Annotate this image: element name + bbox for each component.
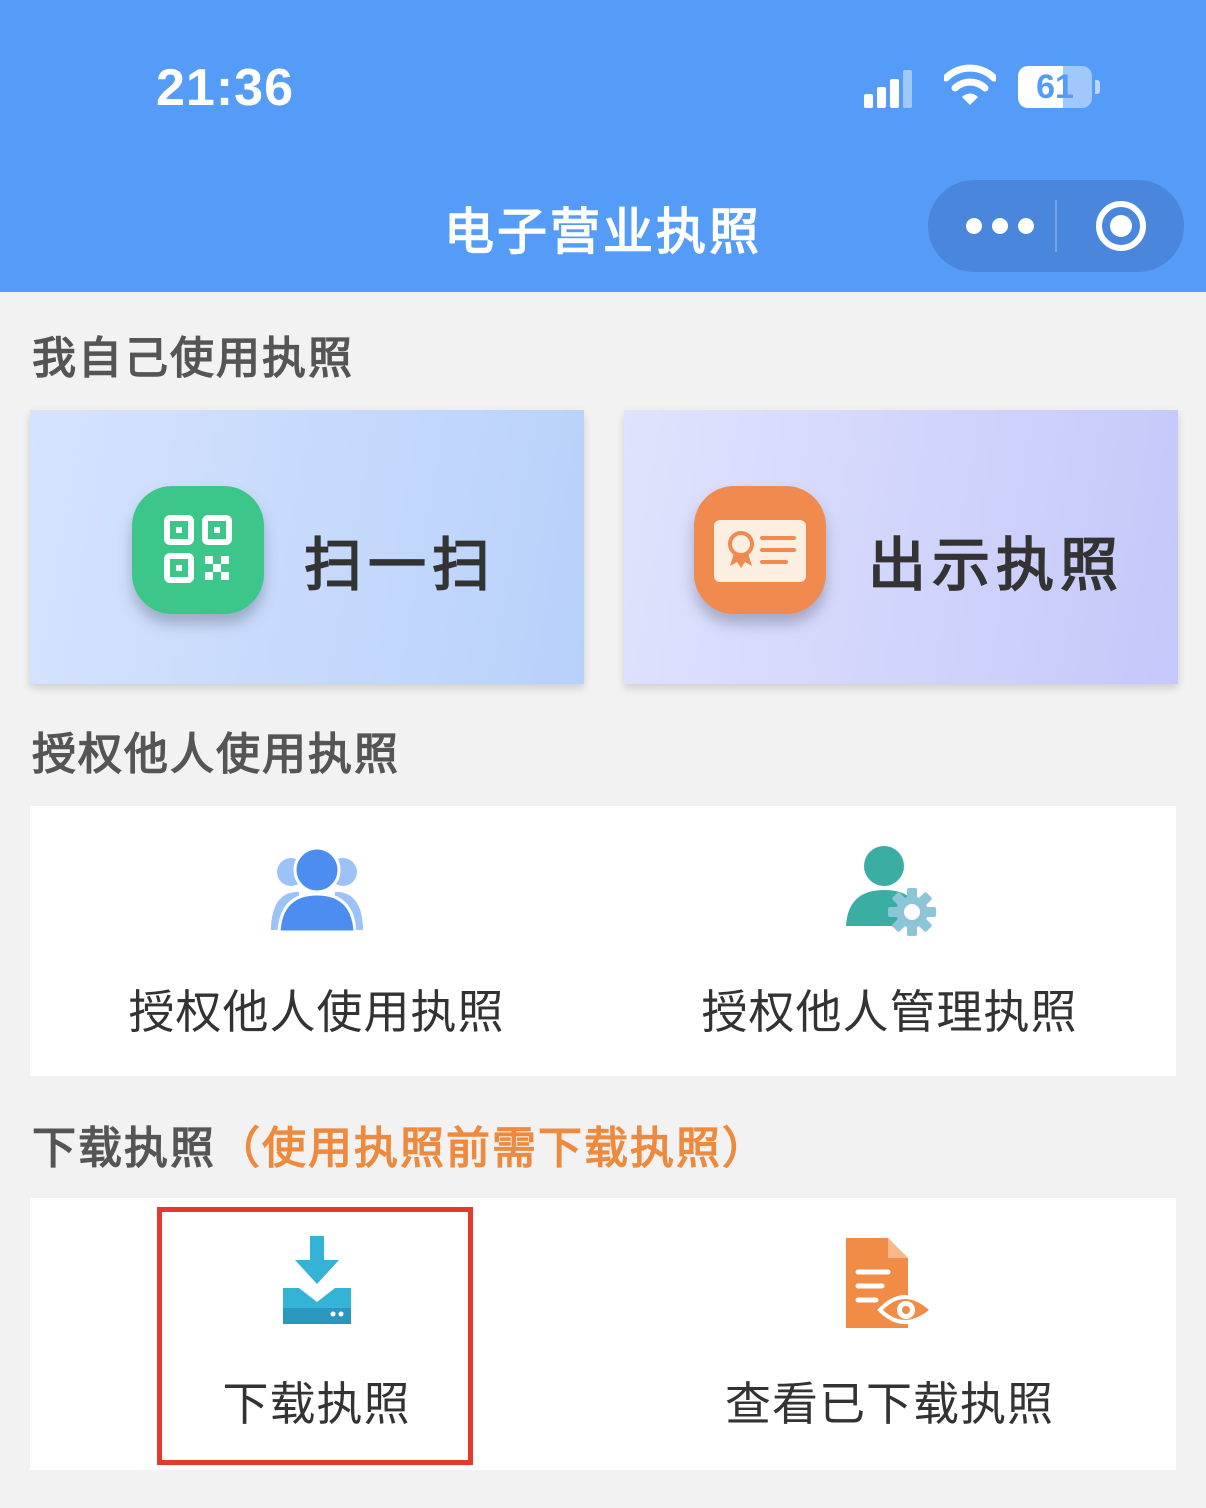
capsule-divider	[1055, 200, 1057, 252]
wifi-icon	[942, 64, 998, 108]
section-title-authorize: 授权他人使用执照	[32, 729, 400, 780]
document-view-icon	[842, 1236, 938, 1336]
show-license-label: 出示执照	[868, 531, 1125, 599]
scan-label: 扫一扫	[304, 531, 497, 599]
battery-icon: 61	[1018, 66, 1100, 110]
scan-button[interactable]: 扫一扫	[30, 410, 584, 684]
mini-program-capsule	[928, 180, 1184, 272]
view-downloaded-button[interactable]: 查看已下载执照	[603, 1198, 1176, 1470]
cellular-signal-icon	[864, 70, 914, 108]
authorize-manage-label: 授权他人管理执照	[701, 985, 1078, 1039]
app-header: 21:36 61 电子营业执照	[0, 0, 1206, 292]
authorize-manage-button[interactable]: 授权他人管理执照	[603, 806, 1176, 1076]
authorize-panel: 授权他人使用执照 授权他人管理执照	[30, 806, 1176, 1076]
download-section-note: （使用执照前需下载执照）	[216, 1123, 768, 1174]
license-card-icon	[694, 486, 826, 614]
view-downloaded-label: 查看已下载执照	[725, 1377, 1054, 1431]
qr-code-icon	[132, 486, 264, 614]
section-title-download: 下载执照（使用执照前需下载执照）	[32, 1112, 768, 1176]
section-title-self-use: 我自己使用执照	[32, 333, 354, 384]
status-time: 21:36	[156, 59, 294, 117]
users-icon	[269, 842, 365, 942]
authorize-use-button[interactable]: 授权他人使用执照	[30, 806, 603, 1076]
more-icon[interactable]	[954, 180, 1054, 272]
close-mini-program-icon[interactable]	[1088, 180, 1158, 272]
user-settings-icon	[842, 842, 938, 942]
battery-level: 61	[1036, 68, 1074, 106]
authorize-use-label: 授权他人使用执照	[128, 985, 505, 1039]
download-section-label: 下载执照	[32, 1123, 216, 1174]
highlight-box	[157, 1207, 473, 1465]
show-license-button[interactable]: 出示执照	[624, 410, 1178, 684]
